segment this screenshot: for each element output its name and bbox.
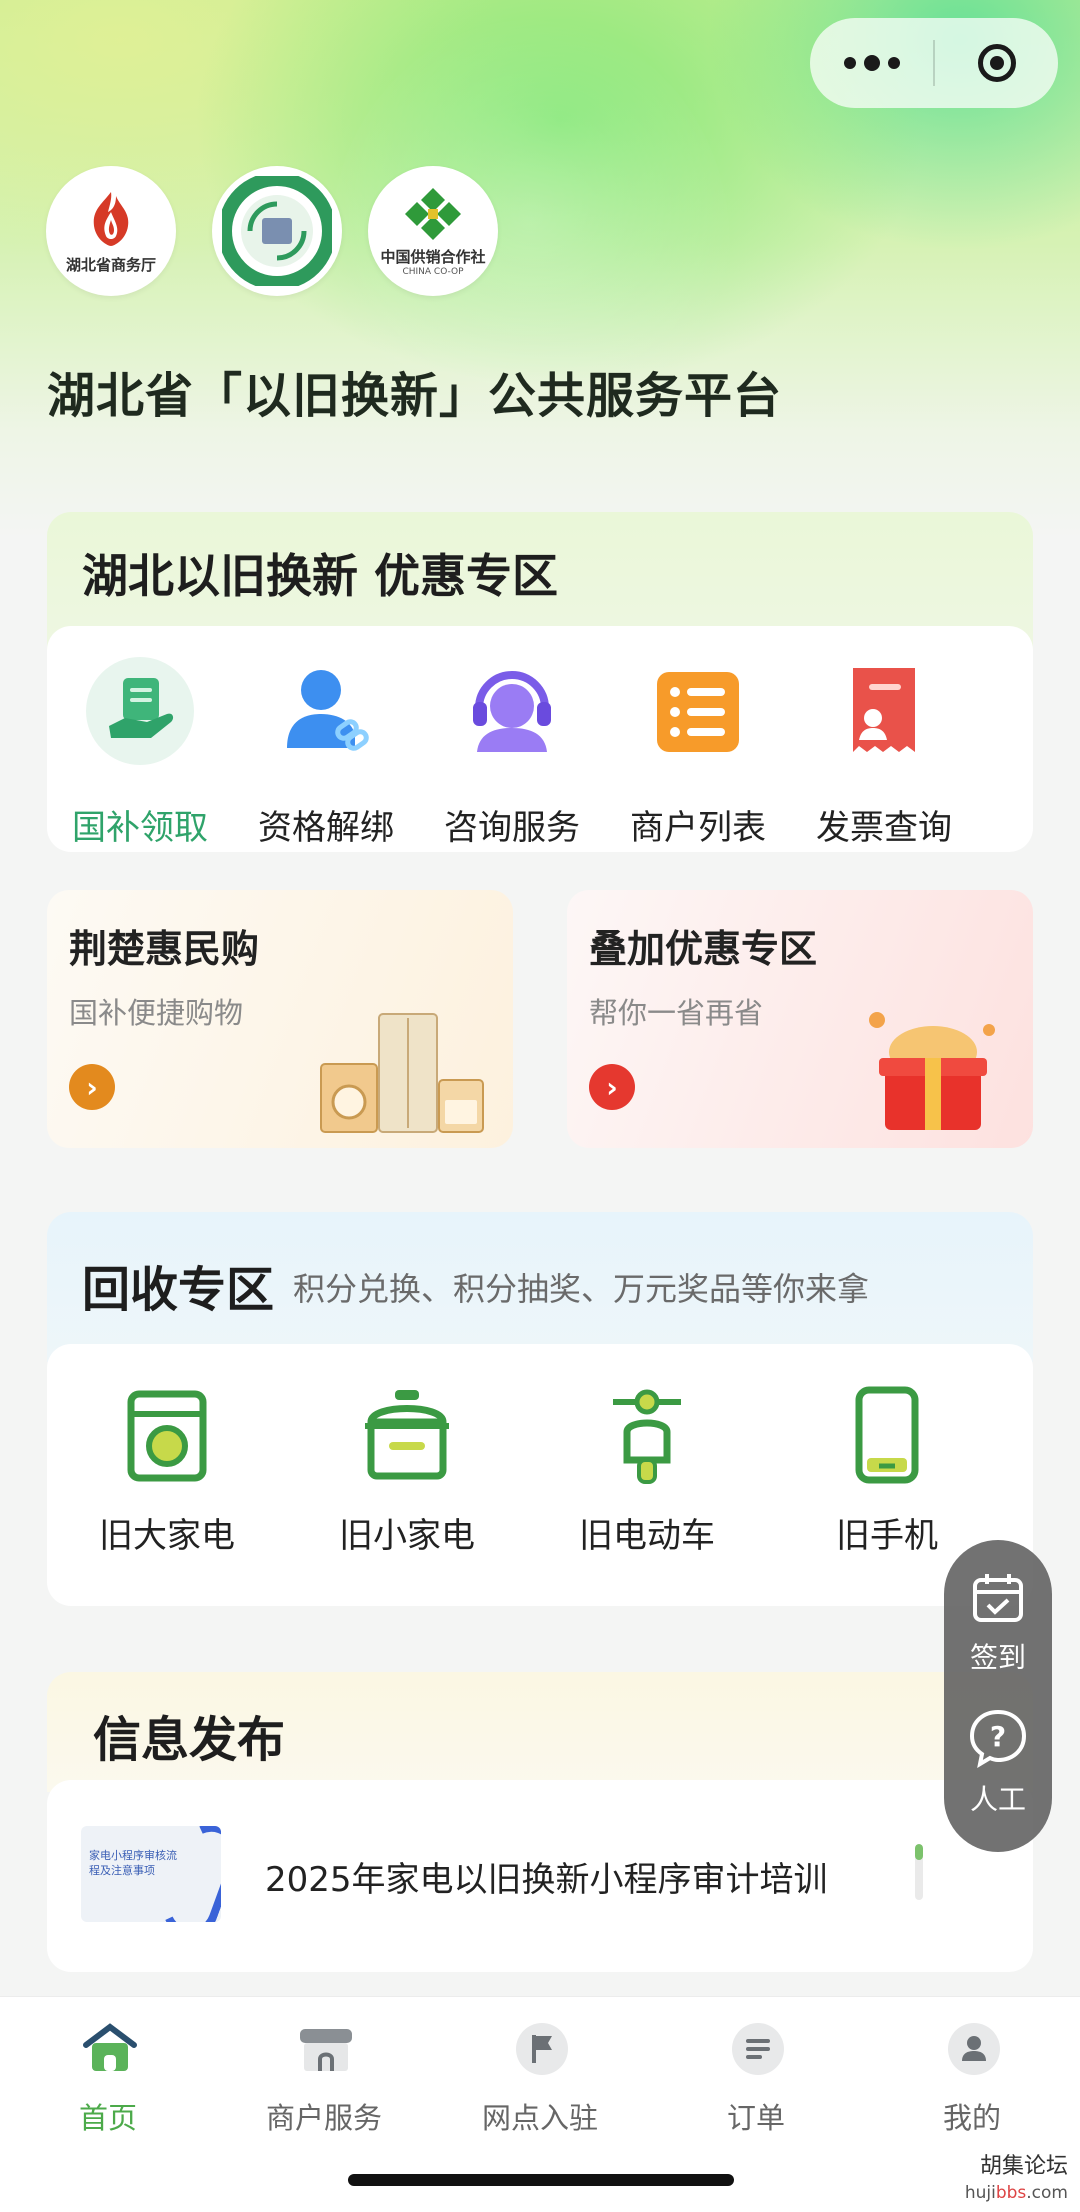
user-link-icon: [271, 656, 381, 766]
promo-item-label: 发票查询: [816, 808, 952, 848]
trade-in-logo: [212, 166, 342, 296]
home-icon: [82, 2023, 137, 2075]
tab-label: 网点入驻: [481, 2101, 598, 2135]
promo-section-title: 湖北以旧换新 优惠专区: [82, 549, 559, 603]
floating-action-bar: 签到 ? 人工: [944, 1540, 1052, 1852]
info-list-item[interactable]: 家电小程序审核流程及注意事项 2025年家电以旧换新小程序审计培训: [47, 1780, 1033, 1972]
promo-item-invoice[interactable]: 发票查询: [791, 656, 977, 849]
scroll-indicator: [915, 1844, 923, 1900]
site-watermark-url: hujibbs.com: [964, 2183, 1068, 2203]
info-section-title: 信息发布: [93, 1712, 286, 1768]
tab-label: 我的: [942, 2101, 1001, 2135]
phone-icon: [839, 1386, 935, 1486]
washing-machine-icon: [119, 1386, 215, 1486]
more-menu-button[interactable]: [810, 18, 933, 108]
info-list: 家电小程序审核流程及注意事项 2025年家电以旧换新小程序审计培训: [47, 1780, 1033, 1972]
page-title: 湖北省「以旧换新」公共服务平台: [47, 368, 783, 424]
close-miniprogram-button[interactable]: [935, 18, 1058, 108]
recycle-grid: 旧大家电 旧小家电 旧电动车 旧手机: [47, 1344, 1033, 1606]
promo-item-subsidy[interactable]: 国补领取: [47, 656, 233, 849]
flame-emblem-icon: [93, 191, 129, 246]
headset-agent-icon: [457, 656, 567, 766]
rice-cooker-icon: [359, 1386, 455, 1486]
site-watermark: 胡集论坛 hujibbs.com: [965, 2154, 1068, 2206]
more-dot-icon: [843, 57, 856, 69]
recycle-item-large-appliance[interactable]: 旧大家电: [47, 1386, 287, 1557]
promo-item-label: 资格解绑: [258, 808, 394, 848]
target-icon: [977, 44, 1016, 82]
recycle-item-small-appliance[interactable]: 旧小家电: [287, 1386, 527, 1557]
promo-item-label: 咨询服务: [444, 808, 580, 848]
recycle-item-label: 旧大家电: [99, 1516, 235, 1556]
tab-profile[interactable]: 我的: [872, 2023, 1072, 2137]
info-thumbnail-text: 家电小程序审核流程及注意事项: [89, 1849, 177, 1877]
invoice-icon: [829, 656, 939, 766]
tab-orders[interactable]: 订单: [656, 2023, 856, 2137]
promo-grid: 国补领取 资格解绑 咨询服务 商户列表 发票查询: [47, 626, 1033, 852]
feature-title: 荆楚惠民购: [69, 927, 260, 971]
more-dot-icon: [863, 55, 880, 71]
home-indicator[interactable]: [348, 2174, 734, 2186]
gift-box-illustration-icon: [869, 1012, 995, 1130]
recycle-item-label: 旧电动车: [579, 1516, 715, 1556]
promo-item-unbind[interactable]: 资格解绑: [233, 656, 419, 849]
recycle-item-label: 旧小家电: [339, 1516, 475, 1556]
recycle-item-ebike[interactable]: 旧电动车: [527, 1386, 767, 1557]
hubei-commerce-logo: 湖北省商务厅: [46, 166, 176, 296]
tab-home[interactable]: 首页: [8, 2023, 208, 2137]
chevron-right-icon[interactable]: ›: [69, 1064, 115, 1110]
tab-merchant-service[interactable]: 商户服务: [224, 2023, 424, 2137]
calendar-check-icon: [973, 1574, 1023, 1622]
page: 湖北省商务厅 中国供销合作社 CHINA CO-OP 湖北省「以旧换新」公共服务…: [0, 0, 1080, 2212]
tab-label: 商户服务: [265, 2101, 382, 2135]
subsidy-hand-icon: [85, 656, 195, 766]
feature-subtitle: 帮你一省再省: [589, 996, 764, 1030]
tab-label: 订单: [726, 2101, 785, 2135]
checkin-label: 签到: [969, 1641, 1026, 1674]
recycle-section-title: 回收专区: [82, 1262, 275, 1318]
flag-icon: [514, 2023, 568, 2075]
miniprogram-capsule: [810, 18, 1058, 108]
human-support-button[interactable]: ? 人工: [944, 1708, 1052, 1818]
site-watermark-name: 胡集论坛: [979, 2154, 1068, 2179]
order-icon: [730, 2023, 784, 2075]
promo-item-merchant-list[interactable]: 商户列表: [605, 656, 791, 849]
feature-subtitle: 国补便捷购物: [69, 996, 244, 1030]
feature-card-stacked-discount[interactable]: 叠加优惠专区 帮你一省再省 ›: [567, 890, 1033, 1148]
support-label: 人工: [969, 1783, 1026, 1816]
svg-text:?: ?: [990, 1720, 1006, 1753]
info-item-title: 2025年家电以旧换新小程序审计培训: [265, 1860, 828, 1900]
logo-caption: 中国供销合作社: [380, 247, 486, 266]
china-coop-logo: 中国供销合作社 CHINA CO-OP: [368, 166, 498, 296]
help-question-icon: ?: [969, 1709, 1027, 1769]
feature-title: 叠加优惠专区: [589, 927, 818, 971]
recycle-item-phone[interactable]: 旧手机: [767, 1386, 1007, 1557]
logo-caption: 湖北省商务厅: [65, 255, 156, 274]
recycle-section-subtitle: 积分兑换、积分抽奖、万元奖品等你来拿: [293, 1270, 870, 1308]
shop-icon: [298, 2023, 352, 2075]
appliances-illustration-icon: [320, 1013, 484, 1133]
logo-subcaption: CHINA CO-OP: [402, 266, 464, 277]
info-thumbnail: 家电小程序审核流程及注意事项: [81, 1826, 221, 1922]
list-icon: [643, 656, 753, 766]
feature-card-jingchu[interactable]: 荆楚惠民购 国补便捷购物 ›: [47, 890, 513, 1148]
profile-icon: [946, 2023, 1000, 2075]
promo-item-label: 商户列表: [630, 808, 766, 848]
tab-outlet-join[interactable]: 网点入驻: [440, 2023, 640, 2137]
coop-emblem-icon: [405, 187, 461, 240]
more-dot-icon: [887, 57, 900, 69]
tab-label: 首页: [78, 2101, 137, 2135]
trade-in-emblem-icon: [222, 176, 332, 286]
promo-item-label: 国补领取: [72, 808, 208, 848]
promo-item-consult[interactable]: 咨询服务: [419, 656, 605, 849]
checkin-button[interactable]: 签到: [944, 1570, 1052, 1676]
scooter-icon: [599, 1386, 695, 1486]
chevron-right-icon[interactable]: ›: [589, 1064, 635, 1110]
